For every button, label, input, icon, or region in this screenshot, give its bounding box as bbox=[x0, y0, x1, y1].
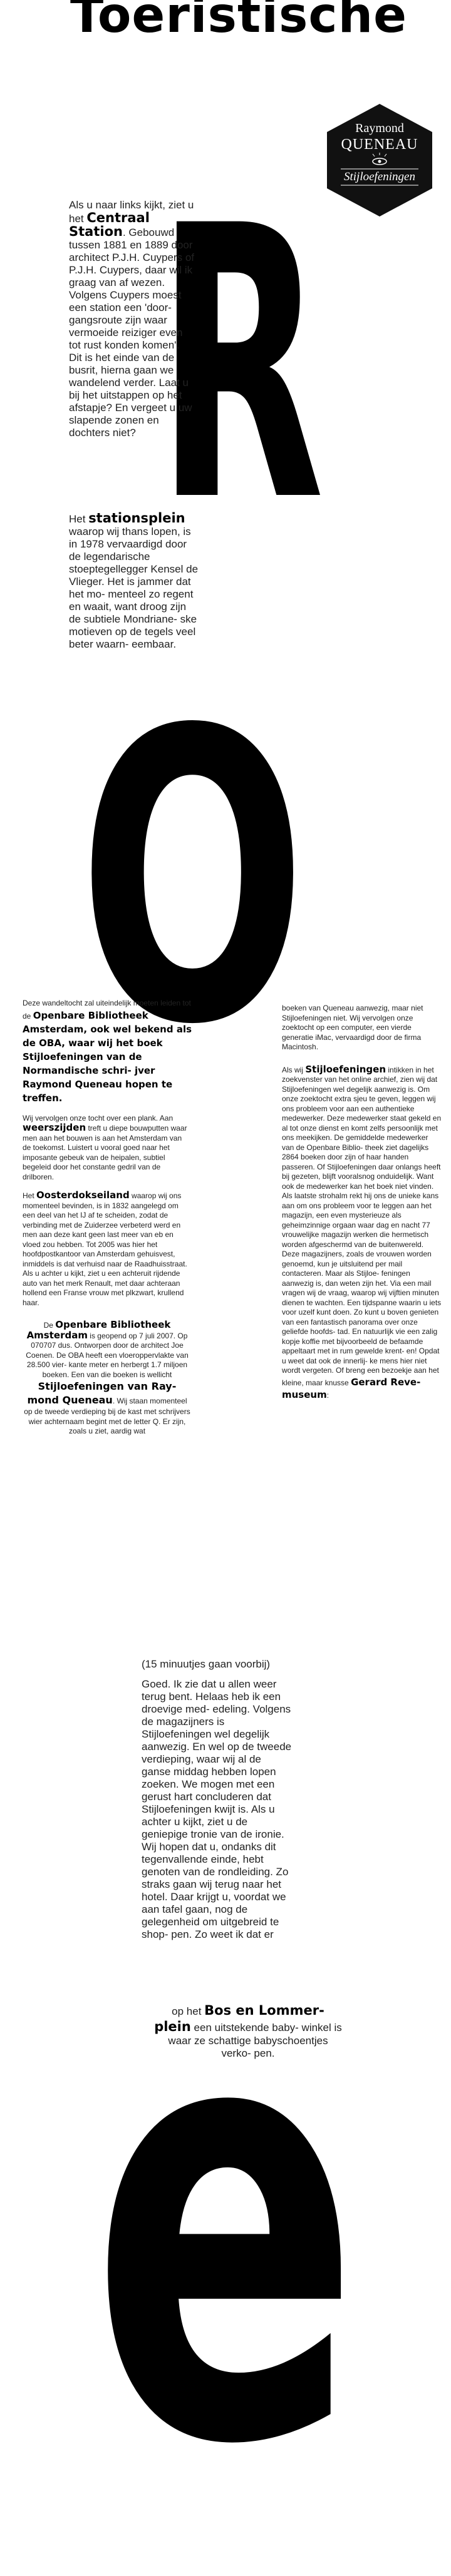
paragraph: Als wij Stijloefeningen intikken in het … bbox=[282, 1063, 442, 1401]
highlight-stationsplein: stationsplein bbox=[88, 511, 185, 526]
body-text: intikken in het zoekvenster van het onli… bbox=[282, 1065, 442, 1387]
logo-line-2: QUENEAU bbox=[341, 136, 418, 153]
intro-text: . Gebouwd tussen 1881 en 1889 door archi… bbox=[69, 227, 194, 439]
paragraph: boeken van Queneau aanwezig, maar niet S… bbox=[282, 1004, 442, 1052]
highlight-stijloefeningen: Stijloefeningen bbox=[305, 1063, 386, 1075]
intro-text: Het bbox=[69, 513, 89, 525]
paragraph: De Openbare Bibliotheek Amsterdam is geo… bbox=[23, 1320, 192, 1437]
body-text: boeken van Queneau aanwezig, maar niet S… bbox=[282, 1004, 423, 1051]
highlight-oba: Openbare Bibliotheek Amsterdam, ook wel … bbox=[23, 1009, 192, 1104]
body-text: Wij vervolgen onze tocht over een plank.… bbox=[23, 1113, 174, 1123]
right-column: boeken van Queneau aanwezig, maar niet S… bbox=[282, 1004, 442, 1401]
body-text: De bbox=[43, 1321, 56, 1330]
ending-section: (15 minuutjes gaan voorbij) Goed. Ik zie… bbox=[142, 1658, 292, 1941]
page-title: Toeristische bbox=[70, 0, 408, 44]
paragraph: Het Oosterdokseiland waarop wij ons mome… bbox=[23, 1189, 192, 1308]
body-text: Als wij bbox=[282, 1065, 306, 1074]
body-text: waarop wij ons momenteel bevinden, is in… bbox=[23, 1191, 187, 1307]
body-text: Het bbox=[23, 1191, 37, 1200]
paragraph: Deze wandeltocht zal uiteindelijk moeten… bbox=[23, 999, 192, 1105]
logo-hexagon bbox=[327, 104, 432, 216]
intro-paragraph-1: Als u naar links kijkt, ziet u het Centr… bbox=[69, 199, 194, 439]
ending-note: (15 minuutjes gaan voorbij) bbox=[142, 1658, 271, 1670]
logo-line-3: Stijloefeningen bbox=[344, 170, 415, 183]
intro-paragraph-2: Het stationsplein waarop wij thans lopen… bbox=[69, 512, 200, 651]
body-text: : bbox=[326, 1390, 329, 1400]
intro-text: waarop wij thans lopen, is in 1978 verva… bbox=[69, 526, 199, 650]
ending-final: op het Bos en Lommer- plein een uitsteke… bbox=[154, 2002, 342, 2060]
body-text: een uitstekende baby- winkel is waar ze … bbox=[168, 2022, 342, 2059]
logo-line-1: Raymond bbox=[355, 121, 404, 135]
queneau-logo: Raymond QUENEAU Stijloefeningen bbox=[327, 104, 432, 216]
left-column: Deze wandeltocht zal uiteindelijk moeten… bbox=[23, 999, 192, 1437]
ending-paragraph: Goed. Ik zie dat u allen weer terug bent… bbox=[142, 1678, 292, 1940]
paragraph: Wij vervolgen onze tocht over een plank.… bbox=[23, 1114, 192, 1183]
highlight-weerszijden: weerszijden bbox=[23, 1122, 86, 1133]
body-text: op het bbox=[172, 2005, 205, 2017]
highlight-oosterdokseiland: Oosterdokseiland bbox=[36, 1189, 130, 1201]
